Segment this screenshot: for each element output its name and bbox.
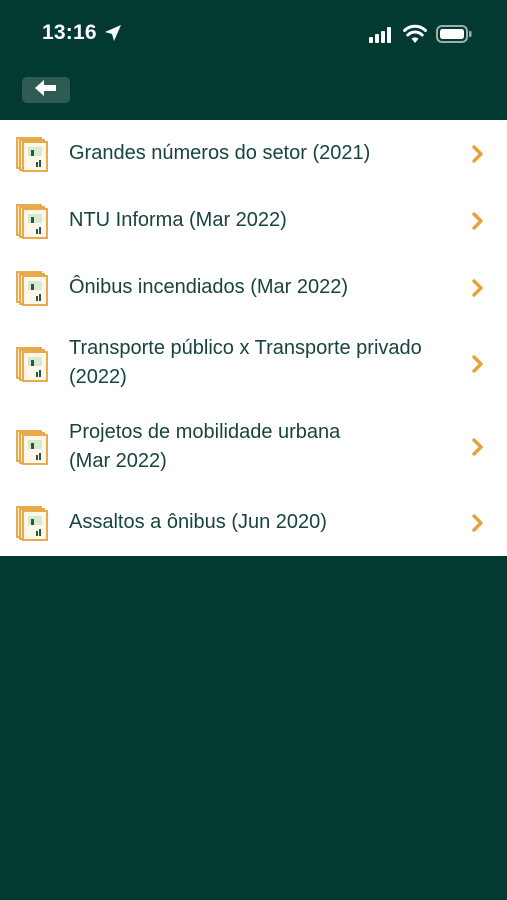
list-item[interactable]: Ônibus incendiados (Mar 2022) — [0, 255, 507, 322]
list-item-label: Assaltos a ônibus (Jun 2020) — [69, 511, 327, 533]
list-item[interactable]: NTU Informa (Mar 2022) — [0, 188, 507, 255]
document-stack-icon — [15, 203, 51, 244]
list-item-label: Ônibus incendiados (Mar 2022) — [69, 276, 349, 298]
navigation-bar — [0, 68, 507, 120]
chevron-right-icon — [472, 145, 484, 168]
document-list: Grandes números do setor (2021) NTU Info… — [0, 120, 507, 556]
back-button[interactable] — [22, 77, 70, 103]
list-item-label: Grandes números do setor (2021) — [69, 142, 371, 164]
chevron-right-icon — [472, 279, 484, 302]
chevron-right-icon — [472, 514, 484, 537]
list-item[interactable]: Transporte público x Transporte privado … — [0, 322, 507, 406]
status-bar: 13:16 — [0, 0, 507, 68]
list-item[interactable]: Grandes números do setor (2021) — [0, 120, 507, 188]
arrow-left-icon — [35, 79, 57, 101]
chevron-right-icon — [472, 438, 484, 461]
location-arrow-icon — [104, 24, 122, 47]
battery-icon — [436, 25, 472, 48]
document-stack-icon — [15, 346, 51, 387]
list-item[interactable]: Assaltos a ônibus (Jun 2020) — [0, 490, 507, 556]
document-stack-icon — [15, 270, 51, 311]
list-item-label: Transporte público x Transporte privado … — [69, 337, 422, 388]
status-time: 13:16 — [42, 21, 97, 44]
document-stack-icon — [15, 429, 51, 470]
list-item[interactable]: Projetos de mobilidade urbana (Mar 2022) — [0, 406, 507, 490]
chevron-right-icon — [472, 212, 484, 235]
list-item-label: NTU Informa (Mar 2022) — [69, 209, 287, 231]
document-stack-icon — [15, 136, 51, 177]
document-stack-icon — [15, 505, 51, 546]
list-item-label: Projetos de mobilidade urbana (Mar 2022) — [69, 421, 341, 472]
chevron-right-icon — [472, 355, 484, 378]
cellular-signal-icon — [369, 27, 395, 48]
wifi-icon — [403, 24, 427, 48]
